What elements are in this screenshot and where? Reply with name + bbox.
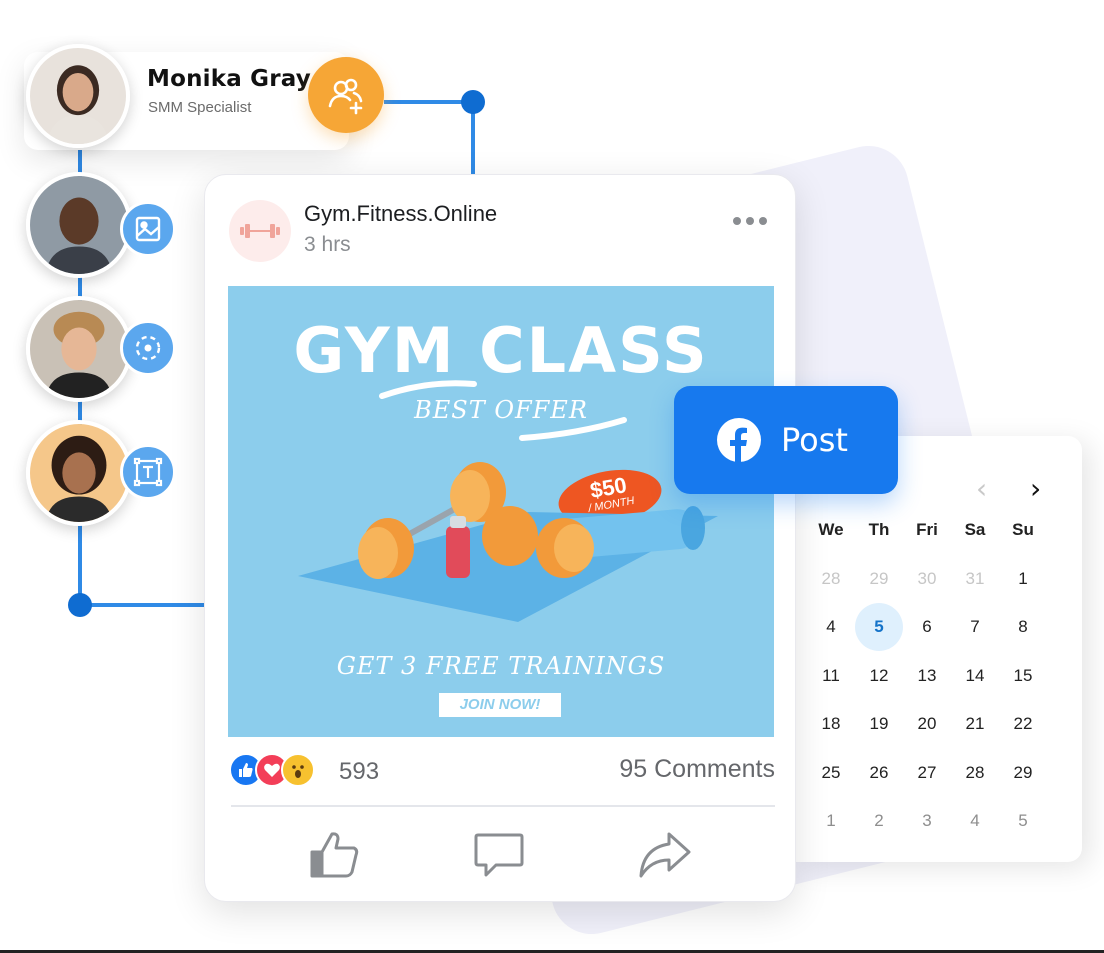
facebook-icon	[717, 418, 761, 462]
progress-circle-icon	[135, 335, 161, 361]
dumbbell-icon	[240, 224, 280, 238]
comment-action-icon	[474, 833, 524, 877]
image-icon	[135, 216, 161, 242]
facebook-post-button[interactable]: Post	[674, 386, 898, 494]
calendar-day-selected[interactable]: 5	[855, 603, 903, 651]
calendar-day[interactable]: 27	[903, 763, 951, 783]
calendar-day[interactable]: 13	[903, 666, 951, 686]
calendar-days: 28 29 30 31 1 4 5 6 7 8 11 12 13 14 15 18 19 20 21 22 25 26 27…	[807, 569, 1047, 860]
calendar-day[interactable]: 19	[855, 714, 903, 734]
calendar-prev-button[interactable]: ‹	[976, 472, 987, 505]
comment-button[interactable]	[471, 827, 527, 883]
calendar-day[interactable]: 30	[903, 569, 951, 589]
calendar-week-row: 45678	[807, 603, 1047, 666]
team-badge[interactable]	[120, 444, 176, 500]
share-action-icon	[639, 832, 691, 878]
add-user-icon	[328, 78, 363, 115]
weekday-label: Sa	[964, 520, 986, 539]
post-button-label: Post	[781, 421, 848, 459]
weekday-label: Th	[868, 520, 890, 539]
comments-count[interactable]: 95 Comments	[619, 755, 775, 784]
calendar-day[interactable]: 22	[999, 714, 1047, 734]
calendar-day[interactable]: 12	[855, 666, 903, 686]
weekday-label: We	[818, 520, 844, 539]
reaction-icons[interactable]	[229, 753, 315, 787]
calendar-day[interactable]: 1	[999, 569, 1047, 589]
calendar-day[interactable]: 18	[807, 714, 855, 734]
facebook-post-card: Gym.Fitness.Online 3 hrs GYM CLASS BEST …	[204, 174, 796, 902]
calendar-day[interactable]: 31	[951, 569, 999, 589]
calendar: ‹ › We Th Fri Sa Su 28 29 30 31 1 4 5 6 7 8 11 12 13…	[796, 436, 1082, 862]
calendar-day[interactable]: 29	[855, 569, 903, 589]
calendar-day[interactable]: 28	[951, 763, 999, 783]
post-image[interactable]: GYM CLASS BEST OFFER $50 / MONTH GET 3 F…	[228, 286, 774, 737]
avatar	[26, 296, 132, 402]
calendar-day[interactable]: 5	[999, 811, 1047, 831]
connector-node	[461, 90, 485, 114]
text-box-icon	[133, 457, 163, 487]
calendar-day[interactable]: 15	[999, 666, 1047, 686]
team-badge[interactable]	[120, 320, 176, 376]
more-options-icon[interactable]	[733, 217, 767, 225]
calendar-day[interactable]: 29	[999, 763, 1047, 783]
divider	[231, 805, 775, 807]
calendar-day[interactable]: 3	[903, 811, 951, 831]
calendar-day[interactable]: 14	[951, 666, 999, 686]
connector-line	[80, 603, 206, 607]
calendar-day[interactable]: 28	[807, 569, 855, 589]
wow-icon	[281, 753, 315, 787]
profile-name: Monika Gray	[147, 66, 311, 92]
avatar	[26, 172, 132, 278]
calendar-day[interactable]: 20	[903, 714, 951, 734]
calendar-grid: We Th Fri Sa Su 28 29 30 31 1 4 5 6 7 8 11 12 13 14 15…	[807, 520, 1047, 860]
calendar-day[interactable]: 26	[855, 763, 903, 783]
calendar-week-row: 11 12 13 14 15	[807, 666, 1047, 715]
post-timestamp: 3 hrs	[304, 233, 351, 256]
reaction-count: 593	[339, 758, 380, 785]
calendar-day[interactable]: 11	[807, 666, 855, 686]
weekday-label: Su	[1012, 520, 1034, 539]
calendar-day[interactable]: 25	[807, 763, 855, 783]
add-user-button[interactable]	[308, 57, 384, 133]
weekday-label: Fri	[916, 520, 938, 539]
calendar-week-row: 12345	[807, 811, 1047, 860]
avatar	[26, 420, 132, 526]
like-action-icon	[310, 832, 359, 878]
share-button[interactable]	[637, 827, 693, 883]
calendar-day[interactable]: 21	[951, 714, 999, 734]
profile-role: SMM Specialist	[148, 99, 252, 116]
calendar-day[interactable]: 2	[855, 811, 903, 831]
page-avatar[interactable]	[229, 200, 291, 262]
connector-node	[68, 593, 92, 617]
like-button[interactable]	[307, 827, 363, 883]
calendar-day[interactable]: 6	[903, 617, 951, 637]
calendar-weekday-row: We Th Fri Sa Su	[807, 520, 1047, 569]
calendar-day[interactable]: 7	[951, 617, 999, 637]
avatar	[26, 44, 130, 148]
image-title: GYM CLASS	[293, 314, 709, 387]
brush-stroke	[519, 417, 627, 441]
calendar-week-row: 28 29 30 31 1	[807, 569, 1047, 618]
team-badge[interactable]	[120, 201, 176, 257]
join-now-button[interactable]: JOIN NOW!	[439, 693, 561, 717]
calendar-week-row: 18 19 20 21 22	[807, 714, 1047, 763]
gym-equipment-illustration	[298, 462, 718, 622]
image-promo-text: GET 3 FREE TRAININGS	[336, 652, 666, 680]
calendar-week-row: 25 26 27 28 29	[807, 763, 1047, 812]
calendar-day[interactable]: 8	[999, 617, 1047, 637]
page-name[interactable]: Gym.Fitness.Online	[304, 201, 497, 227]
calendar-day[interactable]: 4	[807, 617, 855, 637]
calendar-next-button[interactable]: ›	[1030, 472, 1041, 505]
calendar-day[interactable]: 1	[807, 811, 855, 831]
calendar-day[interactable]: 4	[951, 811, 999, 831]
